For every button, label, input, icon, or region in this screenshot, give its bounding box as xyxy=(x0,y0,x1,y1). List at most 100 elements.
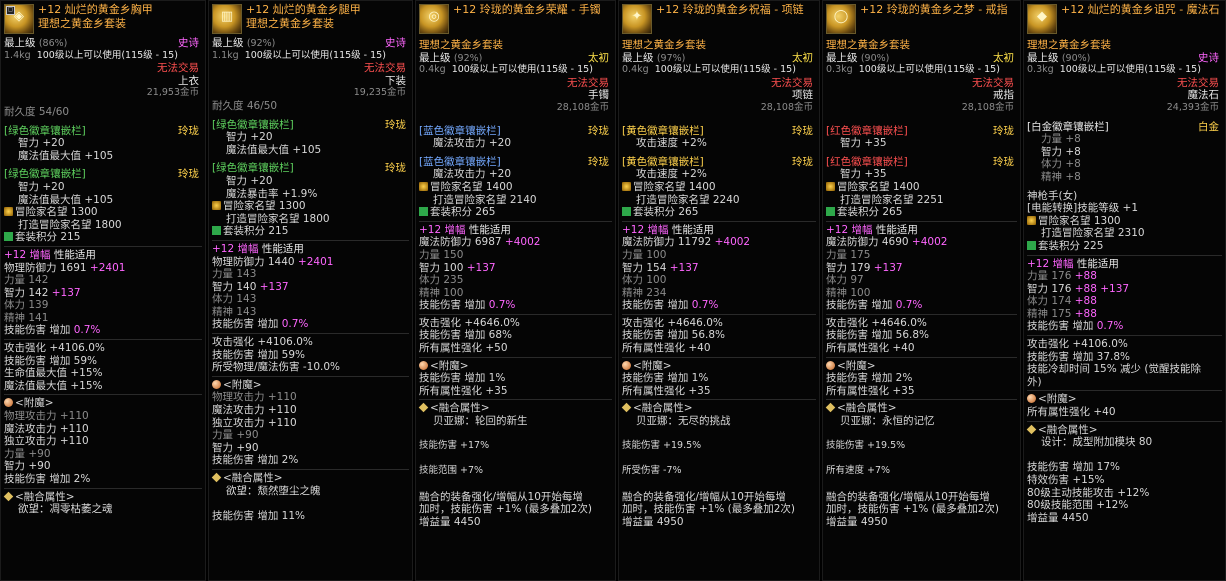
trade-row: 无法交易 xyxy=(567,76,609,89)
enchant-line: 技能伤害 增加 2% xyxy=(826,372,913,385)
socket-stat: 魔法暴击率 +1.9% xyxy=(226,187,318,200)
fusion-line xyxy=(826,478,1017,491)
socket-stat: 力量 +8 xyxy=(1041,133,1081,146)
amp-row: +12 增幅 性能适用 xyxy=(622,223,714,236)
enchant-line: 所有属性强化 +35 xyxy=(419,384,508,397)
grade-row: 最上级 (97%) 太初 xyxy=(622,51,813,64)
weight-row: 0.3kg 100级以上可以使用(115级 - 15) xyxy=(1027,64,1201,76)
stat-spr: 精神 141 xyxy=(4,311,49,324)
enchant-line: 所有属性强化 +35 xyxy=(826,384,915,397)
socket-stat: 智力 +20 xyxy=(226,174,273,187)
ring-icon[interactable]: ◯ xyxy=(826,4,856,34)
amp-row: +12 增幅 性能适用 xyxy=(212,242,304,255)
stat-spr: 精神 143 xyxy=(212,305,257,318)
item-header: ▢ ◈ +12 灿烂的黄金乡胸甲 理想之黄金乡套装 xyxy=(1,1,205,37)
enchant-line: 技能伤害 增加 2% xyxy=(212,454,299,467)
item-header: ◎ +12 玲珑的黄金乡荣耀 - 手镯 xyxy=(416,1,615,37)
fusion-header: <融合属性> xyxy=(621,402,816,415)
effect-line: 技能伤害 增加 59% xyxy=(212,348,306,361)
stat-int: 智力 142 +137 xyxy=(4,286,81,299)
rarity-label: 史诗 xyxy=(178,37,199,49)
socket-stat: 智力 +20 xyxy=(18,137,65,150)
effect-line: 所有属性强化 +40 xyxy=(826,342,915,355)
trade-row: 无法交易 xyxy=(771,76,813,89)
enchant-line: 所有属性强化 +35 xyxy=(622,384,711,397)
socket-stat: 攻击速度 +2% xyxy=(636,168,707,181)
trade-row: 无法交易 xyxy=(972,76,1014,89)
stat-str: 力量 175 xyxy=(826,248,871,261)
special-class: 神枪手(女) xyxy=(1027,189,1078,202)
fame-icon xyxy=(1027,215,1036,225)
skill-dmg-row: 技能伤害 增加 0.7% xyxy=(1027,320,1124,333)
socket-stat: 魔法值最大值 +105 xyxy=(226,143,322,156)
chest-armor-icon[interactable]: ▢ ◈ xyxy=(4,4,34,34)
item-set-name: 理想之黄金乡套装 xyxy=(826,39,910,51)
fusion-line xyxy=(826,428,1017,441)
fusion-header: <融合属性> xyxy=(211,472,409,485)
effect-line: 技能冷却时间 15% 减少 (觉醒技能除 xyxy=(1027,363,1201,376)
socket-header: [绿色徽章镶嵌栏] 玲珑 xyxy=(4,168,199,181)
socket-header: [绿色徽章镶嵌栏] 玲珑 xyxy=(212,162,406,175)
fusion-line: 增益量 4950 xyxy=(826,515,888,528)
fusion-line: 特效伤害 +15% xyxy=(1027,474,1105,486)
stat-str: 力量 150 xyxy=(419,248,464,261)
socket-stat: 魔法值最大值 +105 xyxy=(18,149,114,162)
item-tooltip-chest: ▢ ◈ +12 灿烂的黄金乡胸甲 理想之黄金乡套装 最上级 (86%) 史诗 1.4… xyxy=(0,0,206,581)
fame-row: 冒险家名望 1300 xyxy=(4,206,202,219)
enchant-header: <附魔> xyxy=(419,360,612,373)
stat-vit: 体力 97 xyxy=(826,274,864,287)
defense-row: 魔法防御力 4690 +4002 xyxy=(826,236,948,249)
fusion-line: 欲望：凋零枯萎之魂 xyxy=(18,503,113,516)
stat-int: 智力 176 +88 +137 xyxy=(1027,282,1130,295)
fusion-line xyxy=(1027,449,1222,462)
grade-row: 最上级 (92%) 史诗 xyxy=(212,37,406,49)
grade-row: 最上级 (92%) 太初 xyxy=(419,51,609,64)
socket-stat: 魔法攻击力 +20 xyxy=(433,168,511,181)
enchant-line: 力量 +90 xyxy=(4,447,51,460)
item-set-name: 理想之黄金乡套装 xyxy=(38,17,126,30)
fusion-line: 加时，技能伤害 +1% (最多叠加2次) xyxy=(622,503,796,516)
socket-stat: 攻击速度 +2% xyxy=(636,137,707,150)
set-score-icon xyxy=(212,226,221,236)
magic-stone-icon[interactable]: ◆ xyxy=(1027,4,1057,34)
fusion-line: 增益量 4950 xyxy=(622,515,684,528)
socket-stat: 魔法攻击力 +20 xyxy=(433,137,511,150)
socket-stat: 智力 +8 xyxy=(1041,145,1081,158)
forge-fame: 打造冒险家名望 1800 xyxy=(18,218,122,231)
set-score-row: 套装积分 215 xyxy=(4,231,202,244)
bracelet-icon[interactable]: ◎ xyxy=(419,4,449,34)
enchant-line: 力量 +90 xyxy=(212,429,259,442)
set-score-row: 套装积分 265 xyxy=(622,206,816,219)
stat-vit: 体力 174 +88 xyxy=(1027,295,1097,308)
fusion-line: 技能伤害 增加 17% xyxy=(1027,461,1121,474)
leg-armor-icon[interactable]: ▥ xyxy=(212,4,242,34)
item-tooltip-magic-stone: ◆ +12 灿烂的黄金乡诅咒 - 魔法石 理想之黄金乡套装 最上级 (90%) 史… xyxy=(1023,0,1226,581)
fusion-line: 技能伤害 +19.5% xyxy=(826,440,906,452)
fusion-line xyxy=(622,428,816,441)
stat-str: 力量 176 +88 xyxy=(1027,270,1097,283)
fusion-line: 加时，技能伤害 +1% (最多叠加2次) xyxy=(826,503,1000,516)
item-title: +12 灿烂的黄金乡胸甲 xyxy=(38,3,153,16)
set-score-row: 套装积分 215 xyxy=(212,225,409,238)
effect-line: 攻击强化 +4646.0% xyxy=(419,316,520,329)
item-title: +12 灿烂的黄金乡腿甲 xyxy=(246,3,361,16)
weight-row: 1.4kg 100级以上可以使用(115级 - 15) xyxy=(4,49,178,61)
price-row: 28,108金币 xyxy=(961,101,1014,113)
enchant-line: 独立攻击力 +110 xyxy=(4,435,89,448)
grade-row: 最上级 (90%) 太初 xyxy=(826,51,1014,64)
skill-dmg-row: 技能伤害 增加 0.7% xyxy=(622,299,719,312)
enchant-orb-icon xyxy=(1027,394,1036,404)
slot-row: 下装 xyxy=(385,74,406,87)
item-title: +12 玲珑的黄金乡之梦 - 戒指 xyxy=(860,3,1008,16)
skill-dmg-row: 技能伤害 增加 0.7% xyxy=(212,318,309,331)
effect-line: 技能伤害 增加 56.8% xyxy=(622,329,726,342)
effect-line: 攻击强化 +4106.0% xyxy=(1027,338,1128,351)
item-header: ▥ +12 灿烂的黄金乡腿甲 理想之黄金乡套装 xyxy=(209,1,412,37)
skill-dmg-row: 技能伤害 增加 0.7% xyxy=(4,324,101,337)
effect-line: 攻击强化 +4106.0% xyxy=(4,342,105,355)
fusion-line: 贝亚娜：无尽的挑战 xyxy=(636,415,731,428)
enchant-line: 技能伤害 增加 1% xyxy=(622,372,709,385)
fame-icon xyxy=(622,181,631,191)
necklace-icon[interactable]: ✦ xyxy=(622,4,652,34)
fame-row: 冒险家名望 1400 xyxy=(826,181,1017,194)
